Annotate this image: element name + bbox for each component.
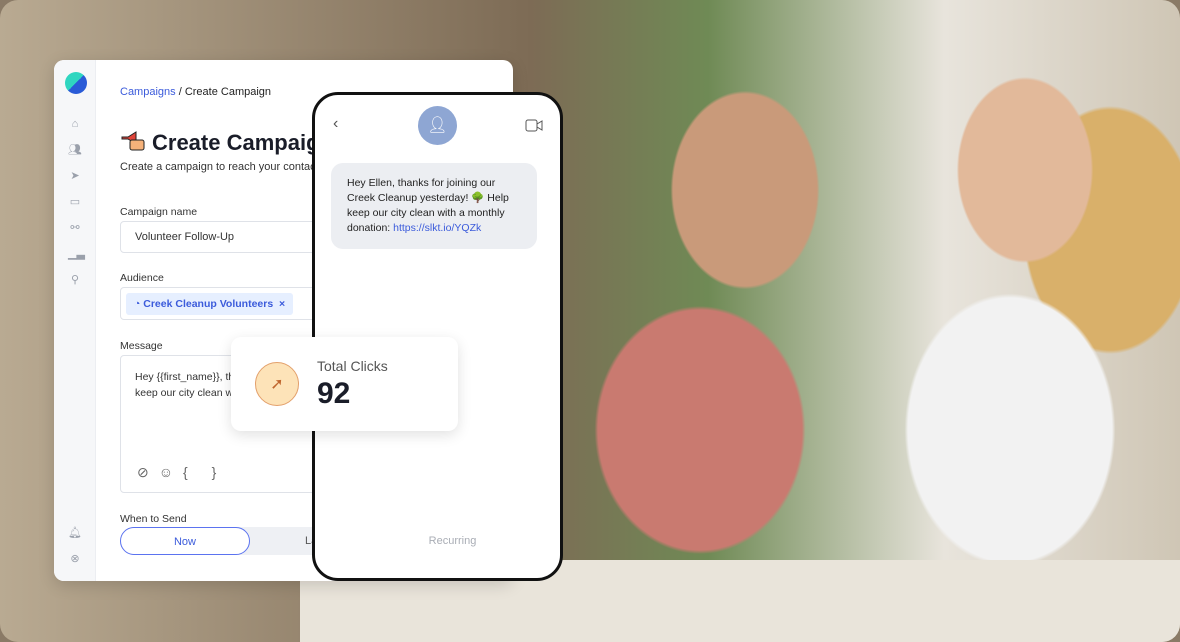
video-call-icon[interactable]	[525, 119, 543, 132]
message-bubble: Hey Ellen, thanks for joining our Creek …	[331, 163, 537, 249]
total-clicks-card: ➚ Total Clicks 92	[231, 337, 458, 431]
logo-icon	[65, 72, 87, 94]
workflow-icon[interactable]: ⚯	[68, 221, 82, 235]
when-to-send-label: When to Send	[120, 513, 187, 525]
chat-icon[interactable]: ▭	[68, 195, 82, 209]
page-title: Create Campaign	[120, 130, 333, 156]
audience-chip: ◔ Creek Cleanup Volunteers ×	[126, 293, 294, 315]
message-label: Message	[120, 340, 163, 352]
emoji-icon[interactable]: ☺	[159, 464, 183, 480]
option-now[interactable]: Now	[120, 527, 250, 555]
variable-icon[interactable]: { }	[183, 464, 226, 480]
total-clicks-value: 92	[317, 377, 351, 410]
home-icon[interactable]: ⌂	[68, 117, 82, 131]
cursor-icon: ➚	[255, 362, 299, 406]
total-clicks-label: Total Clicks	[317, 358, 388, 374]
sidebar: ⌂ 👥︎ ➤ ▭ ⚯ ▁▃ ⚲ 🔔︎ ⊗	[54, 60, 96, 581]
breadcrumb-campaigns[interactable]: Campaigns	[120, 86, 176, 98]
breadcrumb-separator: /	[178, 86, 182, 98]
contact-avatar: 👤︎	[418, 106, 457, 145]
back-icon[interactable]: ‹	[333, 115, 338, 133]
breadcrumb: Campaigns / Create Campaign	[120, 86, 271, 98]
option-recurring[interactable]: Recurring	[385, 527, 520, 555]
tools-icon[interactable]: ⚲	[68, 273, 82, 287]
audience-label: Audience	[120, 272, 164, 284]
campaign-name-label: Campaign name	[120, 206, 198, 218]
bell-icon[interactable]: 🔔︎	[68, 526, 82, 540]
help-icon[interactable]: ⊗	[68, 552, 82, 566]
contacts-icon[interactable]: 👥︎	[68, 143, 82, 157]
analytics-icon[interactable]: ▁▃	[68, 247, 85, 261]
message-link[interactable]: https://slkt.io/YQZk	[393, 222, 481, 234]
page-subtitle: Create a campaign to reach your contacts	[120, 161, 325, 173]
chip-remove-icon[interactable]: ×	[279, 298, 285, 310]
attachment-icon[interactable]: ⊘	[137, 464, 159, 480]
megaphone-icon	[121, 131, 145, 151]
send-icon[interactable]: ➤	[68, 169, 82, 183]
breadcrumb-current: Create Campaign	[184, 86, 272, 98]
